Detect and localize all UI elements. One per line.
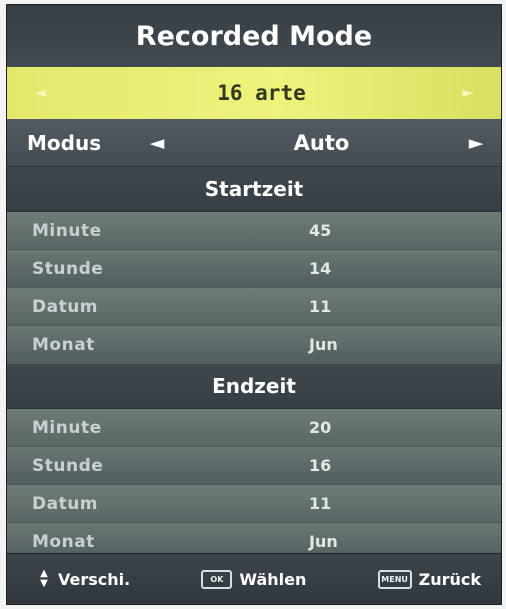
modus-right-arrow-icon[interactable]: ► bbox=[451, 132, 501, 154]
footer-back: MENU Zurück bbox=[377, 569, 481, 589]
footer-ok: OK Wählen bbox=[201, 569, 307, 589]
end-time-heading: Endzeit bbox=[7, 364, 501, 409]
menu-title: Recorded Mode bbox=[7, 5, 501, 67]
row-value: 11 bbox=[309, 297, 332, 316]
footer-back-label: Zurück bbox=[418, 569, 481, 589]
row-label: Minute bbox=[32, 417, 102, 438]
row-value: 14 bbox=[309, 259, 332, 278]
row-value: Jun bbox=[309, 532, 338, 551]
end-hour-row[interactable]: Stunde 16 bbox=[7, 447, 501, 485]
start-time-heading: Startzeit bbox=[7, 167, 501, 212]
channel-name: 16 arte bbox=[217, 81, 306, 105]
row-value: 16 bbox=[309, 456, 332, 475]
footer-move-label: Verschi. bbox=[58, 569, 131, 589]
modus-left-arrow-icon[interactable]: ◄ bbox=[132, 132, 182, 154]
channel-left-arrow-icon[interactable]: ◄ bbox=[35, 85, 46, 101]
row-value: 20 bbox=[309, 418, 332, 437]
row-label: Stunde bbox=[32, 455, 104, 476]
row-label: Datum bbox=[32, 296, 99, 317]
row-label: Datum bbox=[32, 493, 99, 514]
row-label: Monat bbox=[32, 531, 95, 552]
start-minute-row[interactable]: Minute 45 bbox=[7, 212, 501, 250]
row-value: Jun bbox=[309, 335, 338, 354]
end-date-row[interactable]: Datum 11 bbox=[7, 485, 501, 523]
footer-ok-label: Wählen bbox=[239, 569, 307, 589]
channel-selector[interactable]: ◄ 16 arte ► bbox=[7, 67, 501, 119]
row-label: Minute bbox=[32, 220, 102, 241]
footer-move: ▲ ▼ Verschi. bbox=[37, 568, 131, 589]
modus-label: Modus bbox=[27, 130, 102, 155]
end-minute-row[interactable]: Minute 20 bbox=[7, 409, 501, 447]
row-value: 11 bbox=[309, 494, 332, 513]
channel-right-arrow-icon[interactable]: ► bbox=[462, 85, 473, 101]
recorded-mode-menu: Recorded Mode ◄ 16 arte ► Modus ◄ Auto ►… bbox=[6, 4, 502, 605]
row-value: 45 bbox=[309, 221, 332, 240]
row-label: Stunde bbox=[32, 258, 104, 279]
modus-selector[interactable]: Modus ◄ Auto ► bbox=[7, 119, 501, 167]
modus-value: Auto bbox=[293, 130, 350, 155]
start-month-row[interactable]: Monat Jun bbox=[7, 326, 501, 364]
ok-key-icon: OK bbox=[201, 569, 233, 589]
up-down-arrows-icon: ▲ ▼ bbox=[40, 568, 48, 589]
menu-key-icon: MENU bbox=[377, 569, 412, 589]
footer-help-bar: ▲ ▼ Verschi. OK Wählen MENU Zurück bbox=[7, 553, 501, 604]
row-label: Monat bbox=[32, 334, 95, 355]
start-hour-row[interactable]: Stunde 14 bbox=[7, 250, 501, 288]
start-date-row[interactable]: Datum 11 bbox=[7, 288, 501, 326]
